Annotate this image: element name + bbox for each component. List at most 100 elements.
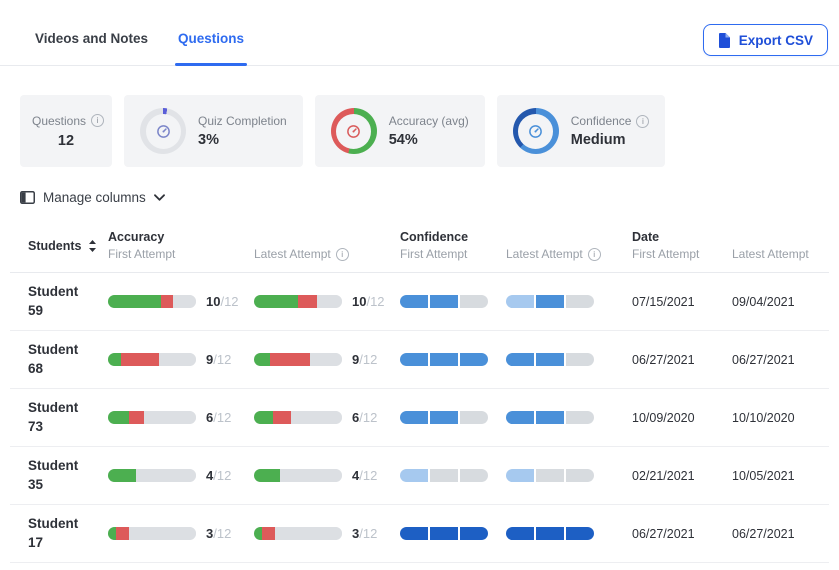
table-row: Student 35 4/12 4/12 02/21/2021 10/05/2021 — [10, 447, 829, 505]
donut-hole — [518, 113, 554, 149]
accuracy-value: 54% — [388, 132, 418, 148]
accuracy-bar — [254, 469, 342, 482]
confidence-bar-segment — [506, 353, 534, 366]
accuracy-bar-segment — [159, 353, 196, 366]
date-first-attempt: 06/27/2021 — [632, 526, 695, 541]
confidence-bar-segment — [536, 469, 564, 482]
accuracy-bar — [254, 527, 342, 540]
info-icon[interactable] — [91, 114, 105, 127]
tab-label: Questions — [178, 31, 245, 46]
confidence-bar-segment — [536, 527, 564, 540]
student-name-cell: Student 17 — [28, 515, 108, 553]
column-header-accuracy-latest: Latest Attempt — [254, 230, 400, 261]
student-name: Student 68 — [28, 341, 79, 376]
score-label: 4/12 — [352, 467, 377, 485]
accuracy-bar-segment — [108, 527, 116, 540]
accuracy-bar-segment — [129, 411, 145, 424]
info-icon[interactable] — [636, 114, 650, 128]
confidence-bar — [400, 527, 488, 540]
confidence-bar — [506, 411, 594, 424]
accuracy-cell: 3/12 — [108, 525, 254, 543]
confidence-cell — [506, 469, 632, 482]
accuracy-bar — [254, 295, 342, 308]
accuracy-cell: 4/12 — [108, 467, 254, 485]
score-label: 9/12 — [352, 351, 377, 369]
confidence-bar-segment — [566, 411, 594, 424]
confidence-bar — [400, 295, 488, 308]
confidence-bar-segment — [430, 411, 458, 424]
confidence-bar-segment — [506, 411, 534, 424]
confidence-cell — [400, 411, 506, 424]
student-name-cell: Student 68 — [28, 341, 108, 379]
accuracy-cell: 9/12 — [108, 351, 254, 369]
confidence-bar-segment — [400, 411, 428, 424]
donut-hole — [145, 113, 181, 149]
donut-hole — [336, 113, 372, 149]
gauge-icon — [156, 124, 171, 139]
confidence-bar-segment — [566, 527, 594, 540]
accuracy-bar-segment — [144, 411, 196, 424]
sort-icon — [88, 239, 97, 252]
confidence-label: Confidence — [570, 114, 632, 128]
confidence-cell — [506, 295, 632, 308]
export-csv-button[interactable]: Export CSV — [702, 24, 828, 56]
accuracy-bar-segment — [121, 353, 160, 366]
score: 10 — [206, 293, 221, 309]
score-total: /12 — [359, 409, 378, 425]
quiz-completion-donut — [140, 108, 186, 154]
score-label: 6/12 — [206, 409, 231, 427]
table-header: Students Accuracy First Attempt Latest A… — [10, 219, 829, 273]
column-header-date-first: Date First Attempt — [632, 230, 732, 261]
confidence-cell — [400, 353, 506, 366]
accuracy-bar-segment — [310, 353, 342, 366]
confidence-bar-segment — [536, 411, 564, 424]
confidence-group-label: Confidence — [400, 230, 469, 244]
info-icon[interactable] — [587, 247, 601, 261]
date-group-label: Date — [632, 230, 660, 244]
score-total: /12 — [220, 293, 239, 309]
accuracy-bar-segment — [261, 527, 276, 540]
confidence-stat-card: Confidence Medium — [496, 95, 666, 167]
accuracy-bar — [254, 411, 342, 424]
accuracy-bar-segment — [136, 469, 196, 482]
accuracy-bar — [108, 527, 196, 540]
date-latest-attempt: 06/27/2021 — [732, 526, 795, 541]
accuracy-bar-segment — [254, 295, 298, 308]
accuracy-bar — [108, 295, 196, 308]
accuracy-bar-segment — [254, 527, 262, 540]
confidence-bar-segment — [460, 295, 488, 308]
accuracy-bar-segment — [317, 295, 342, 308]
confidence-donut — [512, 108, 559, 154]
accuracy-bar-segment — [108, 353, 122, 366]
tab-questions[interactable]: Questions — [163, 12, 259, 66]
accuracy-cell: 10/12 — [108, 293, 254, 311]
date-first-attempt: 02/21/2021 — [632, 468, 695, 483]
tab-videos-and-notes[interactable]: Videos and Notes — [20, 12, 163, 65]
accuracy-bar-segment — [254, 353, 270, 366]
confidence-cell — [400, 295, 506, 308]
export-csv-label: Export CSV — [738, 32, 813, 48]
confidence-bar — [400, 469, 488, 482]
confidence-bar-segment — [430, 353, 458, 366]
confidence-cell — [400, 527, 506, 540]
confidence-value: Medium — [570, 132, 626, 148]
accuracy-cell: 6/12 — [108, 409, 254, 427]
first-attempt-label: First Attempt — [632, 247, 700, 261]
info-icon[interactable] — [335, 247, 349, 261]
confidence-bar-segment — [506, 527, 534, 540]
column-header-confidence-first: Confidence First Attempt — [400, 230, 506, 261]
score-total: /12 — [213, 525, 232, 541]
score-label: 4/12 — [206, 467, 231, 485]
column-header-students[interactable]: Students — [28, 239, 108, 253]
score-total: /12 — [359, 467, 378, 483]
confidence-bar-segment — [400, 295, 428, 308]
table-row: Student 59 10/12 10/12 07/15/2021 09/04/2021 — [10, 273, 829, 331]
manage-columns-button[interactable]: Manage columns — [20, 190, 165, 205]
tab-bar: Videos and Notes Questions Export CSV — [0, 0, 839, 66]
confidence-bar-segment — [430, 469, 458, 482]
confidence-bar — [506, 295, 594, 308]
accuracy-group-label: Accuracy — [108, 230, 165, 244]
confidence-bar-segment — [460, 353, 488, 366]
questions-label: Questions — [32, 113, 87, 128]
accuracy-bar-segment — [290, 411, 342, 424]
